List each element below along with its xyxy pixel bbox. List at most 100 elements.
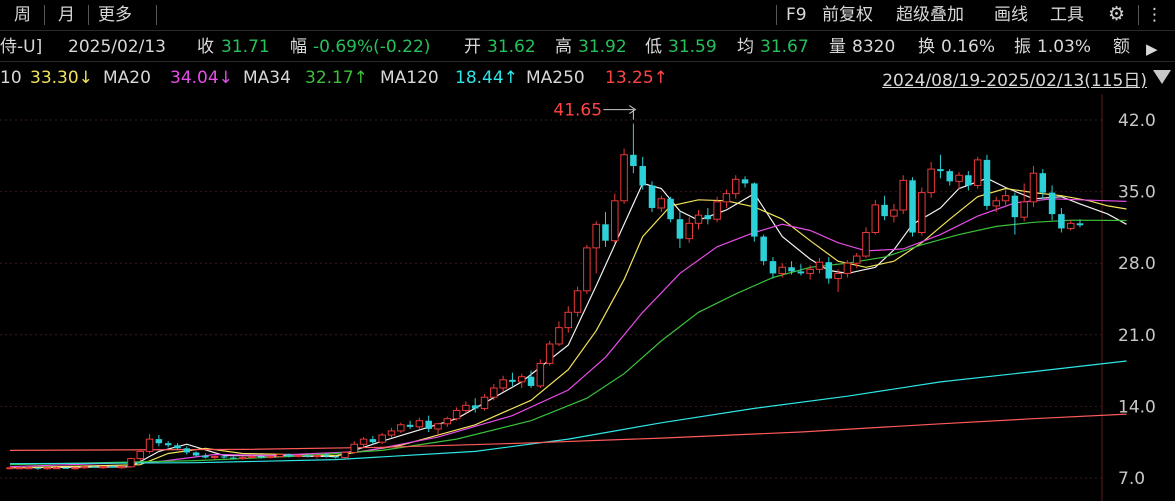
candle-body bbox=[862, 232, 870, 257]
y-tick-label: 7.0 bbox=[1118, 469, 1145, 489]
date-range-selector[interactable]: 2024/08/19-2025/02/13(115日) bbox=[882, 66, 1147, 91]
high-label: 高 bbox=[555, 37, 572, 57]
candle bbox=[909, 177, 916, 237]
candle bbox=[415, 417, 424, 429]
ma10-value: 33.30↓ bbox=[30, 68, 93, 88]
candle-body bbox=[43, 467, 51, 470]
candle bbox=[387, 427, 396, 439]
tab-more[interactable]: 更多 bbox=[98, 2, 132, 28]
candle-body bbox=[425, 420, 432, 429]
chevron-down-icon[interactable] bbox=[1153, 70, 1171, 84]
draw-line-button[interactable]: 画线 bbox=[994, 2, 1028, 28]
candle-body bbox=[909, 180, 916, 233]
more-dots-icon[interactable]: ⋮ bbox=[1146, 2, 1163, 28]
expand-icon[interactable]: ▶ bbox=[1146, 36, 1158, 62]
candle-body bbox=[220, 456, 228, 458]
candle-body bbox=[517, 376, 526, 383]
candle bbox=[1029, 166, 1038, 207]
candle-body bbox=[109, 466, 116, 468]
candle bbox=[639, 156, 646, 190]
candle-body bbox=[834, 272, 842, 280]
candle bbox=[899, 175, 907, 215]
candle bbox=[648, 181, 656, 213]
candle-body bbox=[955, 174, 963, 182]
y-tick-label: 21.0 bbox=[1118, 326, 1156, 346]
adjust-price-button[interactable]: 前复权 bbox=[822, 2, 873, 28]
candle bbox=[657, 195, 666, 213]
candle-body bbox=[965, 175, 972, 186]
candle-body bbox=[806, 268, 814, 274]
f9-button[interactable]: F9 bbox=[786, 2, 807, 28]
candle bbox=[751, 182, 758, 242]
candlestick-chart[interactable]: 42.0 35.0 28.0 21.0 14.0 7.0 41.65 bbox=[0, 94, 1175, 501]
candle bbox=[685, 217, 693, 243]
candle bbox=[843, 260, 852, 278]
candle bbox=[1020, 183, 1028, 222]
gear-icon[interactable]: ⚙ bbox=[1108, 3, 1125, 25]
ma120-value: 18.44↑ bbox=[455, 68, 518, 88]
candle-body bbox=[1011, 195, 1019, 218]
candle-body bbox=[266, 456, 275, 459]
candle-body bbox=[769, 261, 777, 274]
candle bbox=[397, 422, 405, 433]
candle-body bbox=[15, 467, 24, 470]
candle bbox=[378, 432, 386, 445]
candle-body bbox=[890, 209, 898, 217]
candle bbox=[34, 467, 42, 470]
candle-body bbox=[713, 201, 721, 220]
candle-body bbox=[1020, 201, 1028, 218]
candle-body bbox=[509, 379, 516, 382]
candle-body bbox=[192, 452, 200, 456]
candle bbox=[480, 394, 489, 411]
candle-body bbox=[1029, 172, 1038, 203]
candle bbox=[127, 457, 135, 468]
candle bbox=[350, 441, 359, 454]
tab-week[interactable]: 周 bbox=[14, 2, 31, 28]
candle-body bbox=[230, 457, 237, 459]
candle-body bbox=[825, 262, 833, 279]
y-tick-label: 28.0 bbox=[1118, 254, 1156, 274]
candle-body bbox=[630, 154, 637, 167]
ma20-label: MA20 bbox=[103, 68, 151, 88]
chart-grid bbox=[0, 94, 1103, 501]
avg-label: 均 bbox=[737, 37, 754, 57]
candle-body bbox=[117, 466, 126, 469]
candle bbox=[517, 373, 526, 388]
y-tick-label: 35.0 bbox=[1118, 183, 1156, 203]
candle-body bbox=[155, 439, 163, 444]
candle bbox=[1066, 220, 1075, 231]
candle bbox=[620, 148, 628, 204]
candle bbox=[536, 359, 545, 388]
candle-body bbox=[294, 454, 303, 458]
candle-body bbox=[248, 456, 256, 459]
candle bbox=[871, 199, 880, 235]
ma10-label: 10 bbox=[0, 68, 22, 88]
candle-body bbox=[648, 185, 656, 208]
high-value: 31.92 bbox=[578, 37, 627, 57]
candle-body bbox=[323, 455, 330, 457]
tab-month[interactable]: 月 bbox=[58, 2, 75, 28]
candle-body bbox=[415, 420, 424, 428]
tools-button[interactable]: 工具 bbox=[1050, 2, 1084, 28]
candle-body bbox=[174, 445, 181, 449]
candle bbox=[192, 451, 200, 457]
candle-body bbox=[52, 467, 61, 470]
candle bbox=[71, 467, 79, 470]
candle bbox=[210, 455, 219, 460]
candle-body bbox=[871, 204, 880, 234]
candle-body bbox=[927, 168, 935, 194]
candle-body bbox=[238, 457, 247, 460]
candle-body bbox=[639, 166, 646, 186]
change-value: -0.69%(-0.22) bbox=[313, 37, 431, 57]
candle-body bbox=[741, 179, 749, 184]
candle bbox=[890, 203, 898, 223]
candle bbox=[592, 221, 600, 274]
candle-body bbox=[434, 423, 442, 430]
candle-body bbox=[90, 466, 97, 468]
candle bbox=[15, 467, 24, 470]
ma20-value: 34.04↓ bbox=[170, 68, 233, 88]
candle bbox=[769, 257, 777, 279]
candle-body bbox=[815, 261, 824, 270]
candle-body bbox=[611, 200, 619, 242]
overlay-button[interactable]: 超级叠加 bbox=[896, 2, 964, 28]
